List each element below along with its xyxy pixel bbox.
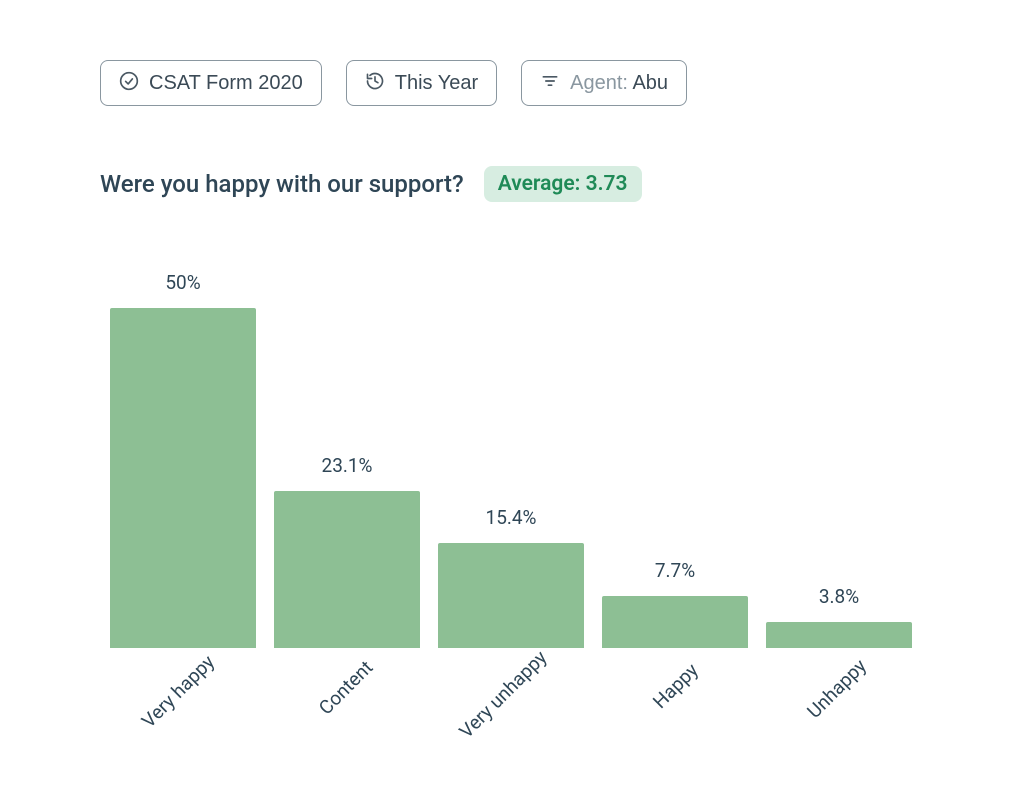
category-label-wrap: Content xyxy=(274,670,420,780)
category-label: Very unhappy xyxy=(455,646,552,743)
filters-row: CSAT Form 2020 This Year Agent: Abu xyxy=(100,60,984,106)
bar-very-unhappy: 15.4% xyxy=(438,506,584,648)
bar-happy: 7.7% xyxy=(602,559,748,648)
filter-agent-button[interactable]: Agent: Abu xyxy=(521,60,687,106)
bar-value-label: 3.8% xyxy=(819,585,859,608)
category-label-wrap: Unhappy xyxy=(766,670,912,780)
category-label: Unhappy xyxy=(802,654,870,722)
bar-value-label: 50% xyxy=(165,271,200,294)
bar-rect xyxy=(766,622,912,648)
question-title: Were you happy with our support? xyxy=(100,170,464,198)
bar-unhappy: 3.8% xyxy=(766,585,912,648)
bar-rect xyxy=(110,308,256,648)
filter-agent-value: Abu xyxy=(632,72,668,94)
bar-very-happy: 50% xyxy=(110,271,256,648)
filter-period-label: This Year xyxy=(395,73,478,93)
category-label-wrap: Very happy xyxy=(110,670,256,780)
bar-value-label: 15.4% xyxy=(486,506,537,529)
category-label: Content xyxy=(314,656,377,719)
filter-agent-prefix: Agent: xyxy=(570,72,628,94)
filter-form-button[interactable]: CSAT Form 2020 xyxy=(100,60,322,106)
filter-form-label: CSAT Form 2020 xyxy=(149,73,303,93)
history-icon xyxy=(365,71,385,95)
checkmark-circled-icon xyxy=(119,71,139,95)
bar-content: 23.1% xyxy=(274,454,420,648)
category-label-wrap: Happy xyxy=(602,670,748,780)
average-badge: Average: 3.73 xyxy=(484,166,642,202)
bar-chart: 50%23.1%15.4%7.7%3.8% Very happyContentV… xyxy=(100,258,920,780)
title-row: Were you happy with our support? Average… xyxy=(100,166,984,202)
filter-period-button[interactable]: This Year xyxy=(346,60,497,106)
bar-rect xyxy=(274,491,420,648)
category-label: Very happy xyxy=(137,650,219,732)
category-label: Happy xyxy=(648,659,703,714)
average-value: 3.73 xyxy=(586,172,628,196)
bar-rect xyxy=(438,543,584,648)
bar-value-label: 23.1% xyxy=(322,454,373,477)
filter-icon xyxy=(540,71,560,95)
average-prefix: Average: xyxy=(498,172,581,196)
category-label-wrap: Very unhappy xyxy=(438,670,584,780)
bar-rect xyxy=(602,596,748,648)
bar-value-label: 7.7% xyxy=(655,559,695,582)
